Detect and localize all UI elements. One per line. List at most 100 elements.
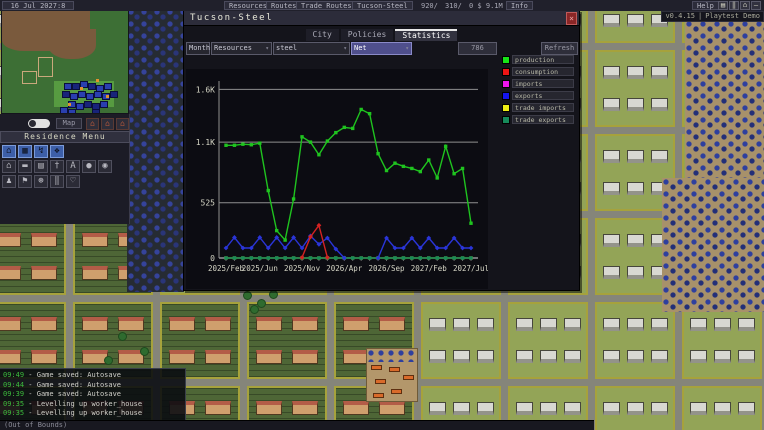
help-button[interactable]: Help bbox=[692, 1, 719, 10]
residence-tool-icon[interactable]: ⌂ bbox=[2, 145, 16, 158]
temple-tool-icon[interactable]: † bbox=[50, 160, 64, 173]
minimap-toggle[interactable] bbox=[28, 119, 50, 128]
log-entry: 09:49 - Game saved: Autosave bbox=[3, 371, 182, 381]
map-building bbox=[651, 66, 668, 79]
map-overlay-button-3[interactable]: ⌂ bbox=[116, 118, 129, 130]
resource-value: steel bbox=[276, 43, 297, 54]
log-entry: 09:39 - Game saved: Autosave bbox=[3, 390, 182, 400]
period-dropdown[interactable]: Month▾ bbox=[186, 42, 210, 55]
tab-statistics[interactable]: Statistics bbox=[395, 29, 457, 41]
minimap-city-pixel bbox=[70, 93, 78, 100]
map-building bbox=[603, 98, 620, 111]
status-text: (Out of Bounds) bbox=[4, 421, 67, 429]
citizen-tool-icon[interactable]: ♟ bbox=[2, 175, 16, 188]
mode-dropdown[interactable]: Net▾ bbox=[351, 42, 412, 55]
map-building bbox=[603, 14, 620, 27]
banner-tool-icon[interactable]: ⚑ bbox=[18, 175, 32, 188]
map-building bbox=[292, 350, 318, 364]
journal-icon[interactable]: ▤ bbox=[718, 1, 728, 10]
map-overlay-button-2[interactable]: ⌂ bbox=[101, 118, 114, 130]
market-block bbox=[366, 348, 418, 402]
log-text: - Game saved: Autosave bbox=[28, 390, 121, 398]
menu-resources[interactable]: Resources bbox=[224, 1, 272, 10]
map-building bbox=[82, 233, 108, 247]
city-block bbox=[0, 304, 64, 377]
tree bbox=[140, 347, 149, 356]
pillars-tool-icon[interactable]: ‖ bbox=[50, 175, 64, 188]
map-building bbox=[540, 318, 557, 331]
log-time: 09:35 bbox=[3, 400, 24, 408]
map-building bbox=[516, 318, 533, 331]
legend-row: exports bbox=[502, 91, 574, 100]
map-building bbox=[603, 350, 620, 363]
tab-city[interactable]: City bbox=[306, 29, 339, 41]
minimap[interactable] bbox=[1, 8, 129, 114]
refresh-button[interactable]: Refresh bbox=[541, 42, 578, 55]
city-block bbox=[75, 304, 151, 377]
close-icon[interactable]: × bbox=[566, 12, 577, 25]
city-block bbox=[0, 220, 64, 293]
map-building bbox=[169, 317, 195, 331]
chart-legend: production consumption imports exports t… bbox=[502, 55, 574, 127]
log-entry: 09:35 - Levelling up worker_house bbox=[3, 400, 182, 410]
svg-text:1.6K: 1.6K bbox=[196, 85, 215, 94]
storage-tool-icon[interactable]: ▤ bbox=[34, 160, 48, 173]
minimap-marker bbox=[80, 87, 83, 90]
category-dropdown[interactable]: Resources▾ bbox=[211, 42, 272, 55]
tree bbox=[104, 356, 113, 365]
log-entry: 09:35 - Levelling up worker_house bbox=[3, 409, 182, 419]
market-stall bbox=[371, 365, 382, 370]
map-building bbox=[627, 350, 644, 363]
build-menu-title: Residence Menu bbox=[0, 131, 130, 143]
food-tool-icon[interactable]: ◉ bbox=[98, 160, 112, 173]
legend-row: imports bbox=[502, 79, 574, 88]
shield-tool-icon[interactable]: ♡ bbox=[66, 175, 80, 188]
menu-trade-routes[interactable]: Trade Routes bbox=[296, 1, 357, 10]
dialog-tabs: City Policies Statistics bbox=[184, 29, 579, 41]
well-tool-icon[interactable]: ● bbox=[82, 160, 96, 173]
map-building bbox=[31, 233, 57, 247]
map-building bbox=[516, 402, 533, 415]
resource-dropdown[interactable]: steel▾ bbox=[273, 42, 350, 55]
minimap-marker bbox=[96, 79, 99, 82]
services-tool-icon[interactable]: ❖ bbox=[50, 145, 64, 158]
map-building bbox=[477, 402, 494, 415]
map-building bbox=[477, 318, 494, 331]
dialog-title: Tucson-Steel bbox=[190, 13, 273, 23]
legend-swatch bbox=[502, 116, 510, 124]
legend-swatch bbox=[502, 92, 510, 100]
svg-text:1.1K: 1.1K bbox=[196, 138, 215, 147]
info-button[interactable]: Info bbox=[506, 1, 533, 10]
city-block bbox=[597, 52, 673, 125]
map-building bbox=[651, 318, 668, 331]
city-block bbox=[423, 304, 499, 377]
map-building bbox=[343, 317, 369, 331]
map-building bbox=[738, 350, 755, 363]
map-building bbox=[651, 350, 668, 363]
wheel-tool-icon[interactable]: ⊛ bbox=[34, 175, 48, 188]
menu-city[interactable]: Tucson-Steel bbox=[352, 1, 413, 10]
tree bbox=[250, 305, 259, 314]
minimize-icon[interactable]: – bbox=[751, 1, 761, 10]
log-text: - Game saved: Autosave bbox=[28, 381, 121, 389]
workshop-tool-icon[interactable]: ▦ bbox=[18, 145, 32, 158]
map-building bbox=[453, 402, 470, 415]
house-tool-icon[interactable]: ⌂ bbox=[2, 160, 16, 173]
dialog-titlebar[interactable]: Tucson-Steel × bbox=[184, 11, 579, 26]
home-icon[interactable]: ⌂ bbox=[740, 1, 750, 10]
mode-value: Net bbox=[354, 43, 367, 54]
map-building bbox=[690, 318, 707, 331]
map-building bbox=[603, 266, 620, 279]
map-overlay-button-1[interactable]: ⌂ bbox=[86, 118, 99, 130]
legend-label: trade imports bbox=[512, 103, 574, 112]
power-tool-icon[interactable]: ↯ bbox=[34, 145, 48, 158]
map-building bbox=[738, 318, 755, 331]
value-button[interactable]: 786 bbox=[458, 42, 497, 55]
map-building bbox=[0, 233, 21, 247]
minimap-city-pixel bbox=[60, 107, 68, 114]
school-tool-icon[interactable]: A bbox=[66, 160, 80, 173]
tab-policies[interactable]: Policies bbox=[341, 29, 394, 41]
city-block bbox=[510, 304, 586, 377]
pause-icon[interactable]: ‖ bbox=[729, 1, 739, 10]
bed-tool-icon[interactable]: ▬ bbox=[18, 160, 32, 173]
